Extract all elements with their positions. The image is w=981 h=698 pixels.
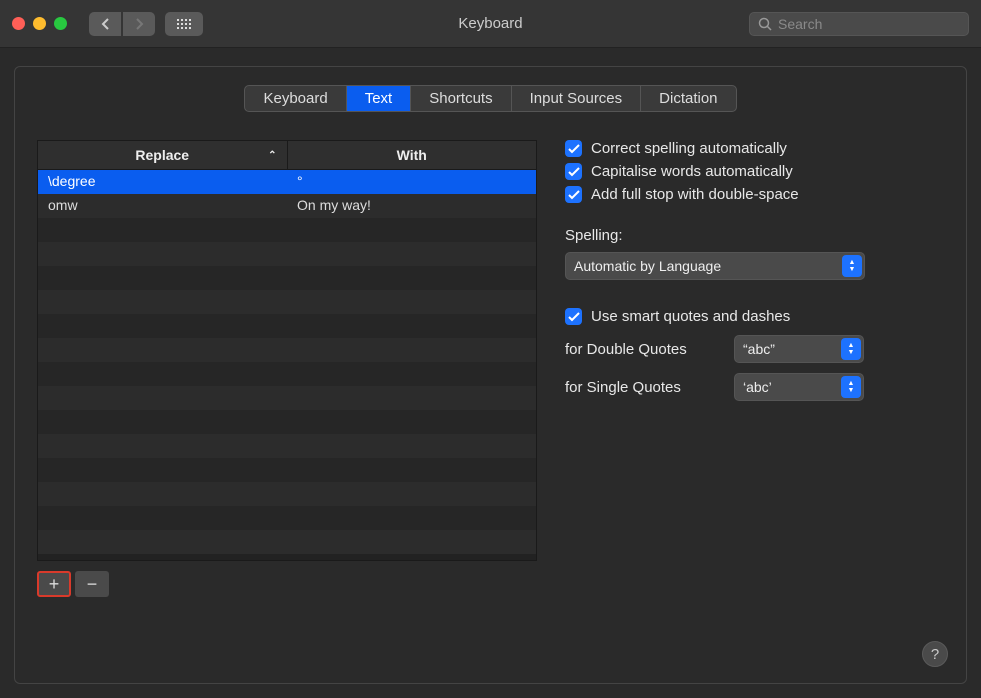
cell-replace: \degree xyxy=(38,170,287,194)
close-window-button[interactable] xyxy=(12,17,25,30)
table-row[interactable] xyxy=(38,242,536,266)
panel: Keyboard Text Shortcuts Input Sources Di… xyxy=(14,66,967,684)
double-quotes-label: for Double Quotes xyxy=(565,341,720,358)
select-arrows-icon: ▲▼ xyxy=(842,255,862,277)
tab-text[interactable]: Text xyxy=(347,86,412,111)
chevron-left-icon xyxy=(101,18,110,30)
single-quotes-value: ‘abc’ xyxy=(743,379,772,395)
smart-quotes-checkbox[interactable] xyxy=(565,308,582,325)
grid-icon xyxy=(177,19,191,29)
column-with-label: With xyxy=(397,147,427,163)
replacements-section: Replace ⌃ With \degree ° xyxy=(37,140,537,597)
search-input[interactable] xyxy=(778,16,960,32)
minimize-window-button[interactable] xyxy=(33,17,46,30)
table-header: Replace ⌃ With xyxy=(38,141,536,170)
table-row[interactable] xyxy=(38,290,536,314)
column-replace-label: Replace xyxy=(135,147,189,163)
double-quotes-value: “abc” xyxy=(743,341,775,357)
remove-button[interactable]: − xyxy=(75,571,109,597)
full-stop-checkbox[interactable] xyxy=(565,186,582,203)
cell-with: On my way! xyxy=(287,194,536,218)
spelling-select[interactable]: Automatic by Language ▲▼ xyxy=(565,252,865,280)
table-row[interactable] xyxy=(38,266,536,290)
correct-spelling-row: Correct spelling automatically xyxy=(565,140,944,157)
table-row[interactable]: \degree ° xyxy=(38,170,536,194)
tab-keyboard[interactable]: Keyboard xyxy=(245,86,346,111)
table-row[interactable]: omw On my way! xyxy=(38,194,536,218)
table-row[interactable] xyxy=(38,314,536,338)
check-icon xyxy=(568,167,580,177)
table-row[interactable] xyxy=(38,506,536,530)
chevron-right-icon xyxy=(135,18,144,30)
spelling-value: Automatic by Language xyxy=(574,258,721,274)
cell-replace: omw xyxy=(38,194,287,218)
tab-shortcuts[interactable]: Shortcuts xyxy=(411,86,511,111)
back-button[interactable] xyxy=(89,12,121,36)
column-replace[interactable]: Replace ⌃ xyxy=(38,141,288,169)
sort-indicator-icon: ⌃ xyxy=(268,150,276,161)
show-all-button[interactable] xyxy=(165,12,203,36)
double-quotes-select[interactable]: “abc” ▲▼ xyxy=(734,335,864,363)
zoom-window-button[interactable] xyxy=(54,17,67,30)
content-area: Keyboard Text Shortcuts Input Sources Di… xyxy=(0,48,981,698)
column-with[interactable]: With xyxy=(288,141,537,169)
nav-buttons xyxy=(89,12,155,36)
table-row[interactable] xyxy=(38,386,536,410)
cell-with: ° xyxy=(287,170,536,194)
table-buttons: + − xyxy=(37,571,537,597)
correct-spelling-label: Correct spelling automatically xyxy=(591,140,787,157)
capitalise-row: Capitalise words automatically xyxy=(565,163,944,180)
tab-bar: Keyboard Text Shortcuts Input Sources Di… xyxy=(37,85,944,112)
table-row[interactable] xyxy=(38,410,536,434)
replacements-table[interactable]: Replace ⌃ With \degree ° xyxy=(37,140,537,561)
options-column: Correct spelling automatically Capitalis… xyxy=(565,140,944,597)
capitalise-checkbox[interactable] xyxy=(565,163,582,180)
window-title: Keyboard xyxy=(458,15,522,32)
tab-row: Keyboard Text Shortcuts Input Sources Di… xyxy=(244,85,736,112)
select-arrows-icon: ▲▼ xyxy=(841,376,861,398)
table-row[interactable] xyxy=(38,338,536,362)
check-icon xyxy=(568,190,580,200)
table-row[interactable] xyxy=(38,482,536,506)
single-quotes-select[interactable]: ‘abc’ ▲▼ xyxy=(734,373,864,401)
smart-quotes-row: Use smart quotes and dashes xyxy=(565,308,944,325)
single-quotes-label: for Single Quotes xyxy=(565,379,720,396)
table-row[interactable] xyxy=(38,458,536,482)
full-stop-label: Add full stop with double-space xyxy=(591,186,799,203)
tab-dictation[interactable]: Dictation xyxy=(641,86,735,111)
tab-input-sources[interactable]: Input Sources xyxy=(512,86,642,111)
check-icon xyxy=(568,144,580,154)
correct-spelling-checkbox[interactable] xyxy=(565,140,582,157)
table-row[interactable] xyxy=(38,362,536,386)
search-icon xyxy=(758,17,772,31)
table-row[interactable] xyxy=(38,218,536,242)
table-body: \degree ° omw On my way! xyxy=(38,170,536,560)
panel-body: Replace ⌃ With \degree ° xyxy=(37,140,944,597)
preferences-window: Keyboard Keyboard Text Shortcuts Input S… xyxy=(0,0,981,698)
forward-button[interactable] xyxy=(123,12,155,36)
full-stop-row: Add full stop with double-space xyxy=(565,186,944,203)
titlebar: Keyboard xyxy=(0,0,981,48)
search-field-wrap[interactable] xyxy=(749,12,969,36)
double-quotes-row: for Double Quotes “abc” ▲▼ xyxy=(565,335,944,363)
spelling-label: Spelling: xyxy=(565,227,944,244)
help-button[interactable]: ? xyxy=(922,641,948,667)
check-icon xyxy=(568,312,580,322)
table-row[interactable] xyxy=(38,530,536,554)
add-button[interactable]: + xyxy=(37,571,71,597)
smart-quotes-label: Use smart quotes and dashes xyxy=(591,308,790,325)
single-quotes-row: for Single Quotes ‘abc’ ▲▼ xyxy=(565,373,944,401)
select-arrows-icon: ▲▼ xyxy=(841,338,861,360)
window-controls xyxy=(12,17,67,30)
capitalise-label: Capitalise words automatically xyxy=(591,163,793,180)
table-row[interactable] xyxy=(38,434,536,458)
